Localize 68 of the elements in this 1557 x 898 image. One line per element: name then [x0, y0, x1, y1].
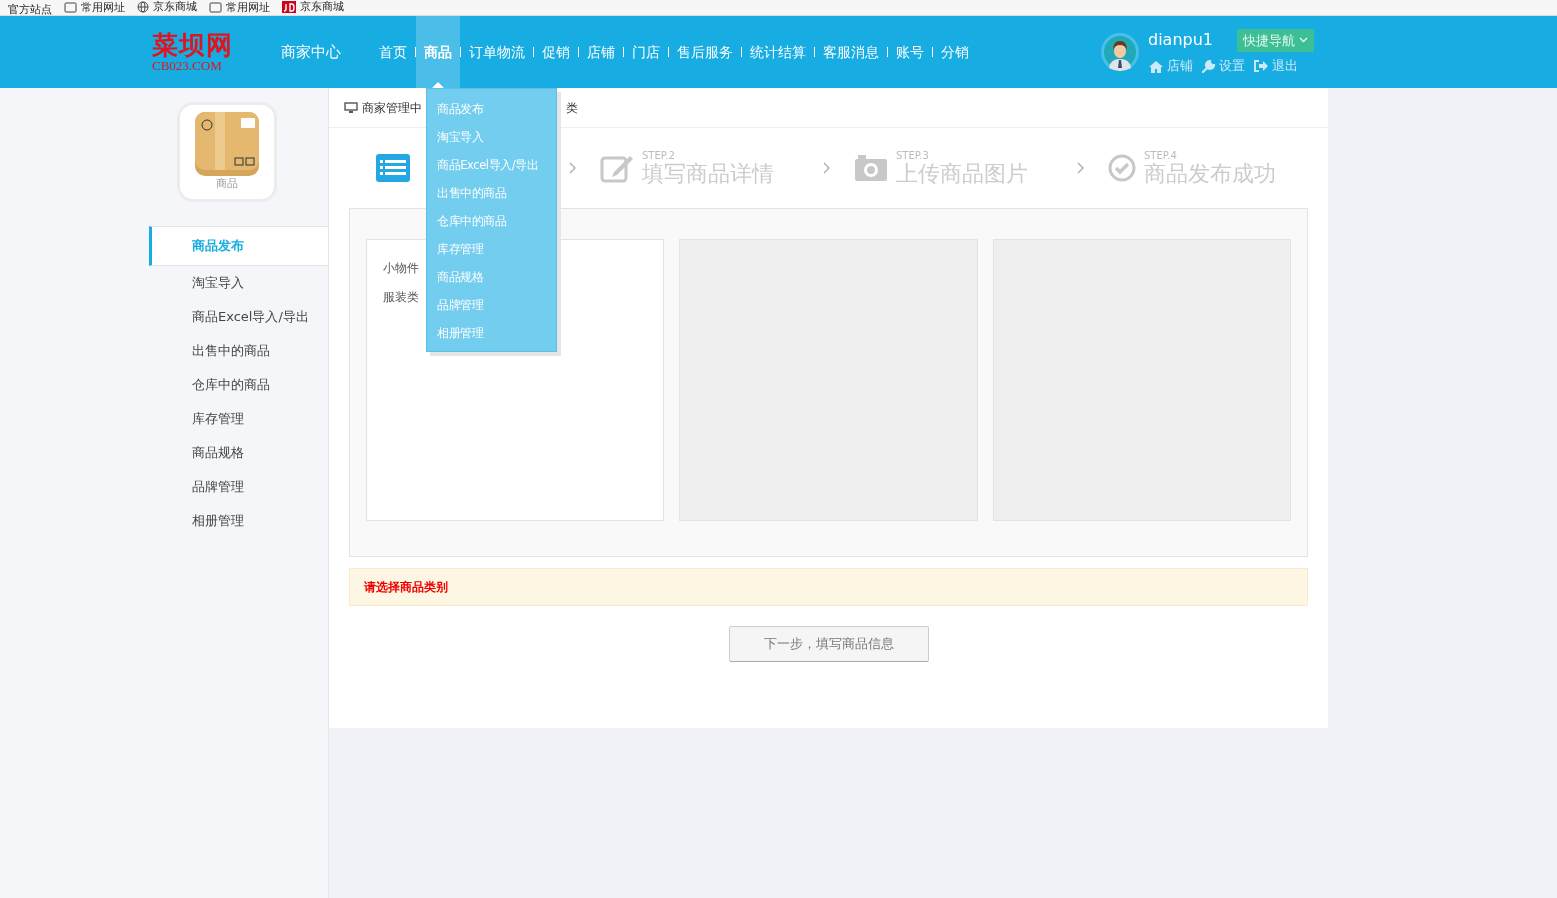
- user-link[interactable]: 设置: [1200, 56, 1245, 76]
- sidebar-item[interactable]: 商品规格: [149, 436, 328, 470]
- chevron-down-icon: [1299, 37, 1308, 44]
- breadcrumb-item[interactable]: 商家管理中: [362, 98, 422, 117]
- user-link[interactable]: 店铺: [1147, 56, 1193, 76]
- monitor-icon: [344, 101, 358, 114]
- menu-item[interactable]: 商品发布: [427, 95, 556, 123]
- chevron-right-icon: [823, 162, 831, 174]
- sidebar-item[interactable]: 出售中的商品: [149, 334, 328, 368]
- logo-text[interactable]: 菜坝网: [152, 31, 233, 59]
- sidebar-item[interactable]: 品牌管理: [149, 470, 328, 504]
- header-title: 商家中心: [281, 41, 341, 63]
- nav-tab[interactable]: 账号: [888, 16, 932, 88]
- bookmark-link[interactable]: 官方站点: [8, 3, 52, 15]
- warning-message: 请选择商品类别: [364, 579, 448, 596]
- user-link[interactable]: 退出: [1252, 56, 1298, 76]
- nav-tab[interactable]: 售后服务: [669, 16, 741, 88]
- camera-icon: [854, 154, 888, 182]
- user-avatar-icon: [1099, 32, 1140, 72]
- bookmark-link[interactable]: 常用网址: [81, 0, 125, 15]
- home-icon: [1147, 59, 1164, 73]
- menu-item[interactable]: 淘宝导入: [427, 123, 556, 151]
- menu-item[interactable]: 库存管理: [427, 235, 556, 263]
- quick-nav-button[interactable]: 快捷导航: [1237, 28, 1314, 52]
- nav-tab[interactable]: 订单物流: [461, 16, 533, 88]
- nav-tab[interactable]: 商品: [416, 16, 460, 88]
- sidebar-item[interactable]: 淘宝导入: [149, 266, 328, 300]
- check-circle-icon: [1108, 154, 1136, 182]
- nav-tab[interactable]: 门店: [624, 16, 668, 88]
- step-label: STEP.4: [1144, 149, 1178, 161]
- bookmark-link[interactable]: 京东商城: [300, 0, 344, 14]
- sidebar-item[interactable]: 库存管理: [149, 402, 328, 436]
- nav-tab[interactable]: 分销: [933, 16, 977, 88]
- bookmark-link[interactable]: 京东商城: [153, 0, 197, 14]
- category-item[interactable]: 小物件: [383, 254, 419, 283]
- nav-tab[interactable]: 统计结算: [742, 16, 814, 88]
- bookmark-link[interactable]: 常用网址: [226, 0, 270, 15]
- sidebar-item[interactable]: 仓库中的商品: [149, 368, 328, 402]
- nav-tab[interactable]: 促销: [534, 16, 578, 88]
- chevron-right-icon: [1077, 162, 1085, 174]
- breadcrumb-item[interactable]: 类: [566, 98, 578, 117]
- menu-item[interactable]: 商品规格: [427, 263, 556, 291]
- box-icon: [195, 111, 259, 176]
- sidebar-item[interactable]: 相册管理: [149, 504, 328, 538]
- step-label: STEP.2: [642, 149, 676, 161]
- nav-tab[interactable]: 首页: [371, 16, 415, 88]
- chevron-right-icon: [569, 162, 577, 174]
- category-item[interactable]: 服装类: [383, 283, 419, 312]
- list-icon: [376, 154, 410, 182]
- sidebar-item[interactable]: 商品发布: [149, 226, 328, 266]
- menu-item[interactable]: 品牌管理: [427, 291, 556, 319]
- nav-tab[interactable]: 客服消息: [815, 16, 887, 88]
- pencil-icon: [600, 153, 634, 183]
- nav-tab[interactable]: 店铺: [579, 16, 623, 88]
- avatar-caption: 商品: [216, 175, 238, 192]
- menu-item[interactable]: 商品Excel导入/导出: [427, 151, 556, 179]
- globe-icon: [137, 1, 149, 13]
- sidebar-item[interactable]: 商品Excel导入/导出: [149, 300, 328, 334]
- wrench-icon: [1200, 58, 1216, 74]
- logo-domain[interactable]: CB023.COM: [152, 59, 233, 73]
- user-name: dianpu1: [1147, 29, 1213, 52]
- folder-icon: [64, 2, 77, 13]
- menu-item[interactable]: 相册管理: [427, 319, 556, 347]
- menu-item[interactable]: 仓库中的商品: [427, 207, 556, 235]
- step-label: STEP.3: [896, 149, 930, 161]
- sign-out-icon: [1252, 59, 1269, 73]
- folder-icon: [209, 2, 222, 13]
- menu-item[interactable]: 出售中的商品: [427, 179, 556, 207]
